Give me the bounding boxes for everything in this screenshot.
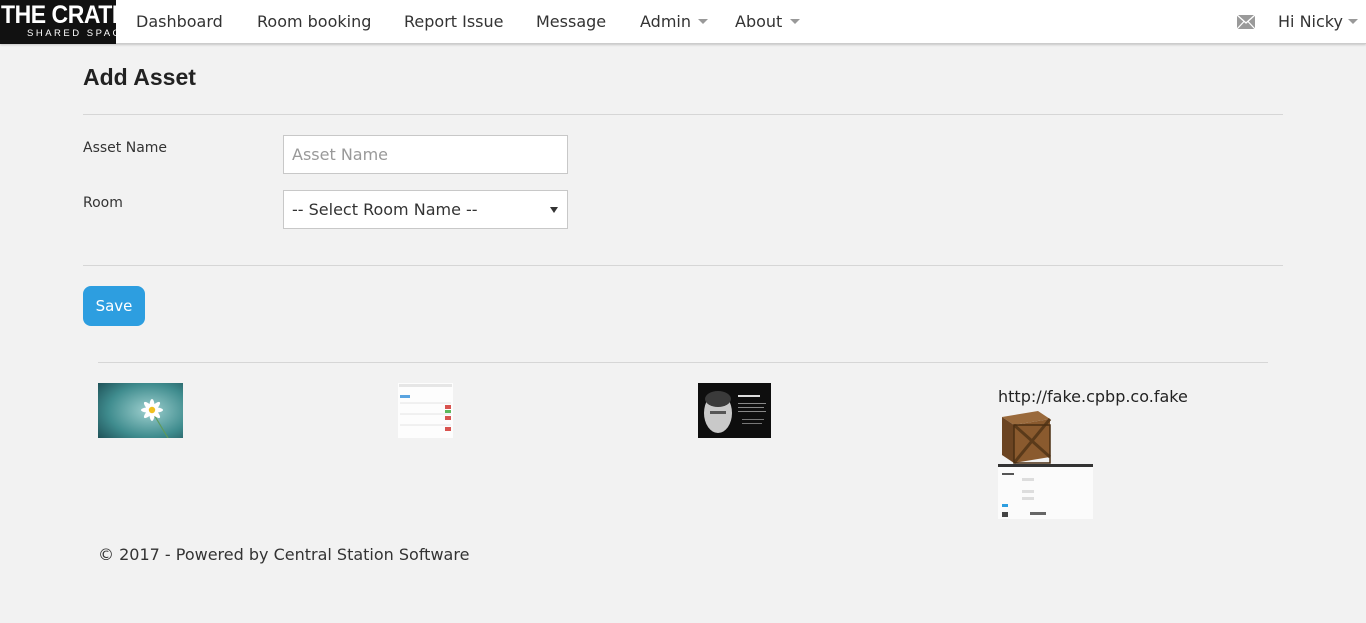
room-label: Room [83, 195, 123, 211]
admin-chevron-down-icon[interactable] [698, 19, 708, 24]
select-arrow-icon [550, 207, 558, 213]
page-title: Add Asset [83, 64, 196, 90]
room-select-value: -- Select Room Name -- [292, 200, 478, 219]
nav-room-booking[interactable]: Room booking [257, 11, 371, 33]
brand-logo[interactable]: THE CRATE SHARED SPACE [0, 0, 116, 44]
top-navbar: THE CRATE SHARED SPACE Dashboard Room bo… [0, 0, 1366, 44]
title-divider [83, 114, 1283, 115]
gallery-divider [98, 362, 1268, 363]
nav-report-issue[interactable]: Report Issue [404, 11, 504, 33]
asset-url-link[interactable]: http://fake.cpbp.co.fake [998, 386, 1188, 408]
nav-message[interactable]: Message [536, 11, 606, 33]
asset-name-input[interactable] [283, 135, 568, 174]
save-button[interactable]: Save [83, 286, 145, 326]
logo-main-text: THE CRATE [1, 1, 116, 29]
room-select[interactable]: -- Select Room Name -- [283, 190, 568, 229]
spreadsheet-screenshot[interactable] [398, 383, 453, 438]
envelope-icon[interactable] [1237, 15, 1255, 29]
footer-copyright: © 2017 - Powered by Central Station Soft… [98, 545, 470, 564]
portrait-quote-photo[interactable] [698, 383, 771, 438]
form-screenshot[interactable] [998, 464, 1093, 519]
user-menu[interactable]: Hi Nicky [1278, 11, 1343, 33]
daisy-photo[interactable] [98, 383, 183, 438]
nav-dashboard[interactable]: Dashboard [136, 11, 223, 33]
asset-name-label: Asset Name [83, 140, 168, 156]
nav-about[interactable]: About [735, 11, 782, 33]
nav-admin[interactable]: Admin [640, 11, 691, 33]
wooden-crate-image[interactable] [998, 409, 1051, 464]
about-chevron-down-icon[interactable] [790, 19, 800, 24]
logo-sub-text: SHARED SPACE [27, 28, 116, 39]
form-divider [83, 265, 1283, 266]
user-chevron-down-icon[interactable] [1348, 19, 1358, 24]
